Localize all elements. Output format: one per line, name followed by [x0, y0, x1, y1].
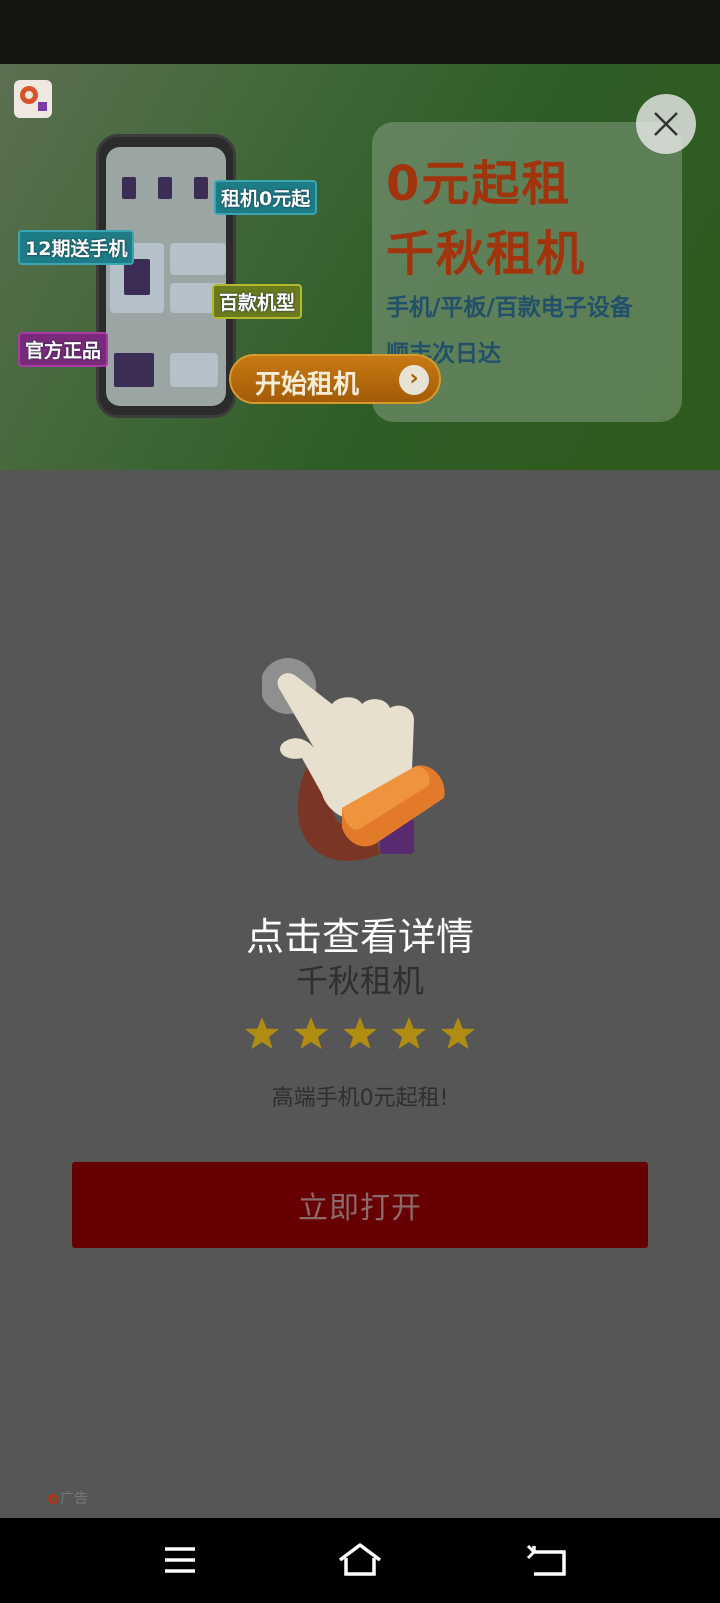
brand-logo: [14, 80, 52, 118]
subline-devices: 手机/平板/百款电子设备: [386, 295, 633, 321]
star-icon: [244, 1017, 279, 1049]
system-nav-bar: [0, 1518, 720, 1603]
home-button[interactable]: [330, 1540, 390, 1580]
menu-button[interactable]: [150, 1540, 210, 1580]
star-icon: [343, 1017, 377, 1049]
app-slogan: 高端手机0元起租!: [271, 1086, 449, 1111]
app-name: 千秋租机: [295, 962, 424, 1000]
rating-stars: [0, 1016, 720, 1054]
open-now-button[interactable]: 立即打开: [72, 1162, 648, 1248]
open-now-label: 立即打开: [298, 1191, 422, 1226]
ad-logo-icon: [48, 1494, 58, 1504]
chevron-right-icon: ›: [399, 365, 429, 395]
tag-gift-phone: 12期送手机: [18, 230, 135, 265]
status-area: [0, 0, 720, 64]
close-button[interactable]: [636, 94, 696, 154]
ad-label: 广告: [60, 1491, 88, 1507]
start-rent-button[interactable]: 开始租机 ›: [229, 354, 441, 404]
ad-badge: 广告: [48, 1488, 88, 1508]
pointing-hand-icon: [262, 658, 445, 861]
close-icon: [654, 112, 678, 136]
back-icon: [526, 1544, 566, 1576]
star-icon: [441, 1017, 476, 1049]
tag-official-genuine: 官方正品: [18, 332, 109, 367]
headline-zero-rent: 0元起租: [386, 156, 572, 212]
start-rent-label: 开始租机: [255, 370, 360, 400]
star-icon: [392, 1017, 427, 1049]
back-button[interactable]: [520, 1540, 580, 1580]
tag-rent-from-zero: 租机0元起: [214, 180, 318, 215]
headline-brand: 千秋租机: [386, 226, 587, 282]
home-icon: [338, 1543, 382, 1576]
star-icon: [293, 1017, 328, 1049]
phone-mockup: [96, 134, 236, 418]
ad-banner[interactable]: 租机0元起 12期送手机 百款机型 官方正品 0元起租 千秋租机 手机/平板/百…: [0, 64, 720, 470]
popup-title: 点击查看详情: [245, 915, 474, 959]
menu-icon: [165, 1547, 195, 1573]
tag-hundred-models: 百款机型: [212, 284, 303, 319]
